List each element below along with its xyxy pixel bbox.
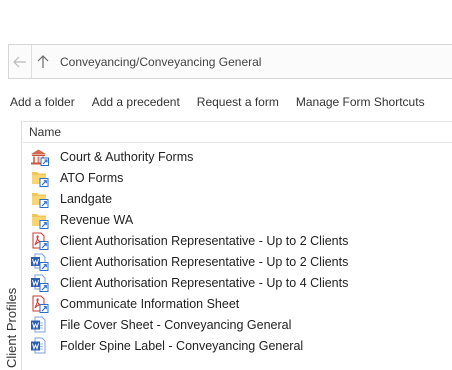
word-doc-icon bbox=[30, 316, 52, 334]
folder-shortcut-icon bbox=[30, 190, 52, 208]
list-item[interactable]: File Cover Sheet - Conveyancing General bbox=[30, 314, 450, 335]
list-item[interactable]: Court & Authority Forms bbox=[30, 146, 450, 167]
list-item-label: Client Authorisation Representative - Up… bbox=[60, 233, 349, 248]
window-top-area bbox=[0, 0, 452, 35]
column-header-label: Name bbox=[29, 125, 62, 139]
add-folder-button[interactable]: Add a folder bbox=[10, 95, 75, 109]
toolbar: Add a folder Add a precedent Request a f… bbox=[0, 91, 432, 113]
manage-form-shortcuts-button[interactable]: Manage Form Shortcuts bbox=[296, 95, 425, 109]
folder-shortcut-icon bbox=[30, 169, 52, 187]
list-item[interactable]: Client Authorisation Representative - Up… bbox=[30, 230, 450, 251]
building-shortcut-icon bbox=[30, 148, 52, 166]
list-item[interactable]: Client Authorisation Representative - Up… bbox=[30, 272, 450, 293]
pdf-shortcut-icon bbox=[30, 232, 52, 250]
list-item-label: Client Authorisation Representative - Up… bbox=[60, 254, 349, 269]
list-item[interactable]: ATO Forms bbox=[30, 167, 450, 188]
word-doc-icon bbox=[30, 337, 52, 355]
list-item-label: ATO Forms bbox=[60, 170, 124, 185]
back-button[interactable] bbox=[9, 45, 31, 78]
file-list: Court & Authority Forms ATO Forms Landga… bbox=[30, 146, 450, 356]
word-shortcut-icon bbox=[30, 274, 52, 292]
pdf-shortcut-icon bbox=[30, 295, 52, 313]
list-item-label: Revenue WA bbox=[60, 212, 134, 227]
list-item[interactable]: Client Authorisation Representative - Up… bbox=[30, 251, 450, 272]
up-button[interactable] bbox=[32, 45, 54, 78]
column-header-name[interactable]: Name bbox=[23, 121, 452, 143]
list-item-label: Client Authorisation Representative - Up… bbox=[60, 275, 349, 290]
list-item-label: Folder Spine Label - Conveyancing Genera… bbox=[60, 338, 304, 353]
arrow-left-icon bbox=[13, 56, 26, 67]
sidebar-tab-label: Client Profiles bbox=[4, 287, 19, 368]
list-item-label: Court & Authority Forms bbox=[60, 149, 194, 164]
word-shortcut-icon bbox=[30, 253, 52, 271]
list-item[interactable]: Folder Spine Label - Conveyancing Genera… bbox=[30, 335, 450, 356]
list-item-label: Landgate bbox=[60, 191, 113, 206]
list-item[interactable]: Revenue WA bbox=[30, 209, 450, 230]
folder-shortcut-icon bbox=[30, 211, 52, 229]
side-panel-tab[interactable]: Client Profiles bbox=[0, 121, 22, 370]
address-bar: Conveyancing/Conveyancing General bbox=[8, 44, 452, 79]
arrow-up-icon bbox=[37, 54, 49, 68]
add-precedent-button[interactable]: Add a precedent bbox=[92, 95, 180, 109]
breadcrumb-path[interactable]: Conveyancing/Conveyancing General bbox=[60, 55, 261, 69]
request-form-button[interactable]: Request a form bbox=[197, 95, 279, 109]
list-item-label: File Cover Sheet - Conveyancing General bbox=[60, 317, 292, 332]
list-item[interactable]: Communicate Information Sheet bbox=[30, 293, 450, 314]
list-item[interactable]: Landgate bbox=[30, 188, 450, 209]
list-item-label: Communicate Information Sheet bbox=[60, 296, 240, 311]
